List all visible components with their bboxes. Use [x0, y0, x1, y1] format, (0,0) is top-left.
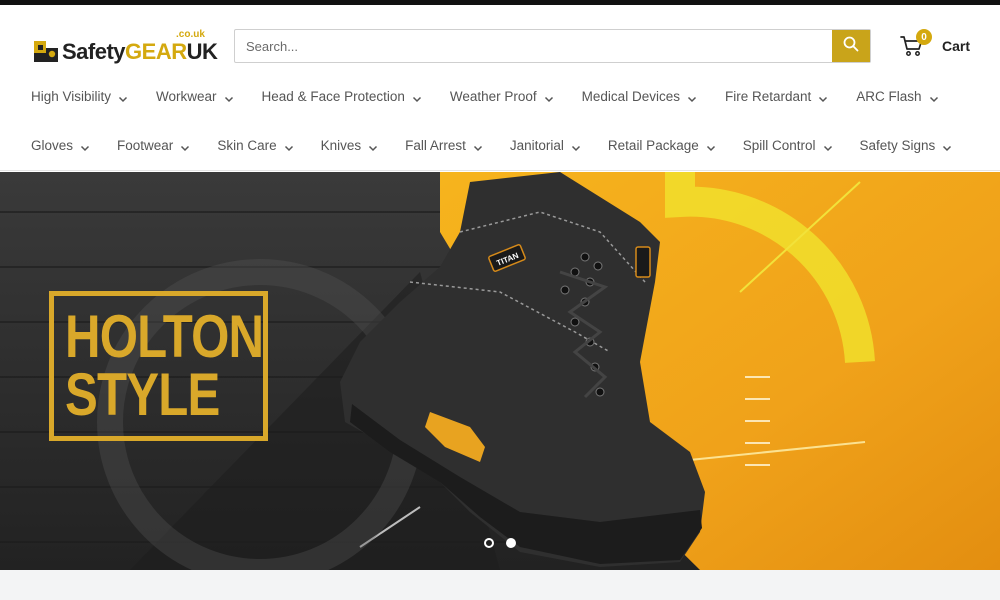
carousel-dots [484, 538, 528, 548]
chevron-down-icon [687, 92, 697, 102]
logo-domain-suffix: .co.uk [176, 29, 205, 40]
main-nav-row-2: Gloves Footwear Skin Care Knives Fall Ar… [31, 138, 979, 153]
search-bar [234, 29, 871, 63]
chevron-down-icon [118, 92, 128, 102]
chevron-down-icon [942, 141, 952, 151]
nav-item-medical-devices[interactable]: Medical Devices [582, 89, 697, 104]
chevron-down-icon [473, 141, 483, 151]
nav-item-skin-care[interactable]: Skin Care [217, 138, 293, 153]
nav-item-weather-proof[interactable]: Weather Proof [450, 89, 554, 104]
chevron-down-icon [284, 141, 294, 151]
nav-item-arc-flash[interactable]: ARC Flash [856, 89, 938, 104]
carousel-dot-2[interactable] [506, 538, 516, 548]
hero-banner[interactable]: TITAN HOLTON STYLE [0, 172, 1000, 570]
nav-item-footwear[interactable]: Footwear [117, 138, 190, 153]
chevron-down-icon [571, 141, 581, 151]
nav-item-knives[interactable]: Knives [321, 138, 379, 153]
chevron-down-icon [818, 92, 828, 102]
nav-item-safety-signs[interactable]: Safety Signs [860, 138, 953, 153]
logo-mark-icon [33, 39, 59, 65]
cart-button[interactable]: 0 Cart [900, 29, 971, 57]
nav-item-workwear[interactable]: Workwear [156, 89, 234, 104]
nav-item-retail-package[interactable]: Retail Package [608, 138, 716, 153]
chevron-down-icon [929, 92, 939, 102]
hero-headline-line-2: STYLE [65, 361, 220, 428]
chevron-down-icon [180, 141, 190, 151]
cart-icon: 0 [900, 29, 932, 57]
main-nav-row-1: High Visibility Workwear Head & Face Pro… [31, 89, 967, 104]
site-logo[interactable]: SafetyGEARUK .co.uk [33, 29, 218, 65]
cart-count-badge: 0 [916, 29, 932, 45]
search-icon [843, 36, 859, 57]
chevron-down-icon [544, 92, 554, 102]
hero-headline: HOLTON STYLE [49, 291, 268, 441]
site-header: SafetyGEARUK .co.uk 0 Cart High Visi [0, 5, 1000, 171]
logo-wordmark: SafetyGEARUK [62, 39, 218, 64]
nav-item-fall-arrest[interactable]: Fall Arrest [405, 138, 483, 153]
chevron-down-icon [80, 141, 90, 151]
nav-item-spill-control[interactable]: Spill Control [743, 138, 833, 153]
carousel-dot-1[interactable] [484, 538, 494, 548]
nav-item-janitorial[interactable]: Janitorial [510, 138, 581, 153]
nav-item-gloves[interactable]: Gloves [31, 138, 90, 153]
cart-label: Cart [942, 38, 971, 54]
chevron-down-icon [368, 141, 378, 151]
nav-item-fire-retardant[interactable]: Fire Retardant [725, 89, 828, 104]
chevron-down-icon [823, 141, 833, 151]
nav-item-high-visibility[interactable]: High Visibility [31, 89, 128, 104]
nav-item-head-face-protection[interactable]: Head & Face Protection [262, 89, 422, 104]
content-strip [0, 570, 1000, 600]
hero-headline-line-1: HOLTON [65, 303, 264, 370]
search-input[interactable] [235, 30, 832, 62]
chevron-down-icon [706, 141, 716, 151]
chevron-down-icon [224, 92, 234, 102]
chevron-down-icon [412, 92, 422, 102]
search-button[interactable] [832, 30, 870, 62]
